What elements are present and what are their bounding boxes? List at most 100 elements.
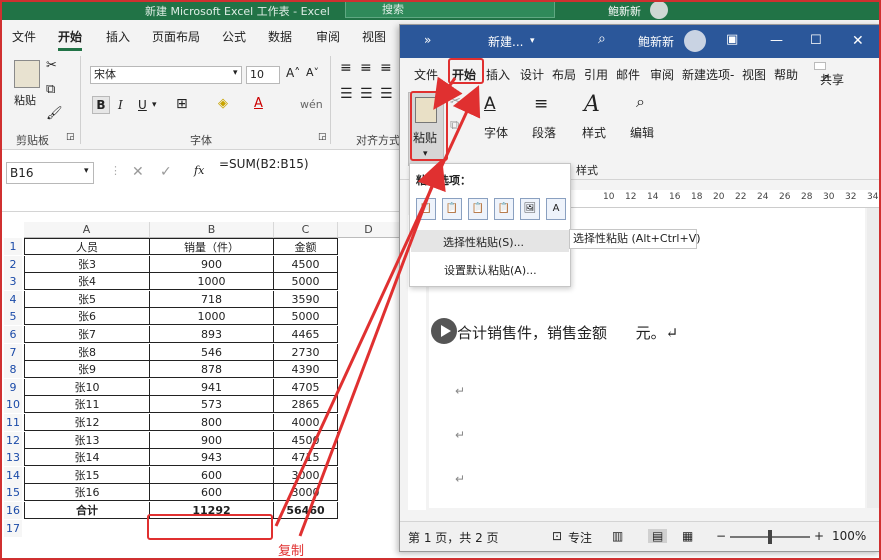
focus-mode-button[interactable]: 专注 [568,529,592,546]
row-header[interactable]: 14 [4,466,22,484]
row-header[interactable]: 13 [4,449,22,467]
table-cell[interactable]: 4705 [274,378,338,396]
word-tab-references[interactable]: 引用 [584,66,608,83]
zoom-thumb[interactable] [768,530,772,544]
keep-source-formatting-icon[interactable]: 📋 [416,198,436,220]
spreadsheet-grid[interactable]: A B C D 1 人员 销量（件） 金额 2 张3 900 4500 3 张4 1000 5000 4… [0,212,400,560]
table-cell[interactable]: 900 [150,255,274,273]
table-cell[interactable]: 900 [150,431,274,449]
maximize-icon[interactable]: ☐ [810,33,822,48]
row-header[interactable]: 3 [4,273,22,291]
table-cell[interactable]: 张3 [24,255,150,273]
table-cell[interactable]: 3000 [274,484,338,502]
italic-button[interactable]: I [118,98,123,112]
chevron-down-icon[interactable]: ▾ [152,100,157,110]
row-header[interactable]: 6 [4,326,22,343]
clipboard-launcher-icon[interactable]: ◲ [66,132,75,142]
share-button[interactable]: ↗ 共享 [814,62,844,87]
page-count[interactable]: 第 1 页，共 2 页 [408,529,499,546]
excel-search-box[interactable]: 搜索 [345,1,555,18]
web-layout-icon[interactable]: ▦ [682,529,693,543]
use-destination-styles-icon[interactable]: 📋 [442,198,462,220]
table-cell[interactable]: 张11 [24,396,150,414]
table-cell[interactable]: 4715 [274,449,338,467]
zoom-in-icon[interactable]: + [814,529,824,543]
table-cell[interactable] [24,520,150,537]
document-text[interactable]: 合计销售件，销售金额 元。↵ [457,322,678,343]
column-header-b[interactable]: B [150,222,274,238]
excel-tab-insert[interactable]: 插入 [106,28,130,45]
table-cell[interactable]: 4000 [274,414,338,431]
underline-button[interactable]: U [138,98,147,112]
keep-text-only-icon[interactable]: A [546,198,566,220]
font-name-select[interactable]: 宋体 [90,66,242,84]
phonetic-icon[interactable]: wén [300,98,323,111]
paste-icon[interactable] [14,60,40,88]
table-cell[interactable]: 张4 [24,273,150,291]
table-cell[interactable]: 合计 [24,502,150,519]
word-tab-file[interactable]: 文件 [414,66,438,83]
header-cell[interactable]: 人员 [24,238,150,255]
excel-tab-page-layout[interactable]: 页面布局 [152,28,200,45]
shrink-font-button[interactable]: A˅ [306,66,319,79]
table-cell[interactable]: 941 [150,378,274,396]
table-cell[interactable]: 546 [150,343,274,361]
align-middle-icon[interactable]: ≡ [360,60,372,76]
row-header[interactable]: 2 [4,255,22,273]
header-cell[interactable]: 销量（件） [150,238,274,255]
copy-icon[interactable]: ⧉ [450,118,459,133]
fill-color-icon[interactable]: ◈ [218,96,228,111]
align-left-icon[interactable]: ☰ [340,86,353,102]
word-tab-layout[interactable]: 布局 [552,66,576,83]
formula-input[interactable]: =SUM(B2:B15) [216,156,400,206]
table-cell[interactable]: 张12 [24,414,150,431]
word-tab-insert[interactable]: 插入 [486,66,510,83]
column-header-d[interactable]: D [338,222,400,238]
word-tab-design[interactable]: 设计 [520,66,544,83]
paragraph-icon[interactable]: ≡ [534,94,548,114]
cancel-icon[interactable]: ✕ [132,164,144,180]
row-header[interactable]: 15 [4,484,22,502]
excel-tab-data[interactable]: 数据 [268,28,292,45]
align-top-icon[interactable]: ≡ [340,60,352,76]
grow-font-button[interactable]: A˄ [286,66,300,80]
table-cell[interactable]: 56460 [274,502,338,519]
table-cell[interactable]: 573 [150,396,274,414]
chevron-down-icon[interactable]: ▾ [233,68,238,78]
link-destination-icon[interactable]: 📋 [494,198,514,220]
set-default-paste-item[interactable]: 设置默认粘贴(A)... [444,262,537,278]
row-header[interactable]: 12 [4,431,22,449]
table-cell[interactable]: 2865 [274,396,338,414]
word-tab-mailings[interactable]: 邮件 [616,66,640,83]
excel-tab-home[interactable]: 开始 [58,28,83,51]
bold-button[interactable]: B [92,96,110,114]
table-cell[interactable]: 3000 [274,466,338,484]
table-cell[interactable]: 893 [150,326,274,343]
chevron-down-icon[interactable]: ▾ [84,166,89,176]
table-cell[interactable]: 5000 [274,308,338,326]
table-cell[interactable]: 1000 [150,308,274,326]
picture-paste-icon[interactable]: 🖼 [520,198,540,220]
excel-paste-button[interactable]: 粘贴 [14,92,36,108]
table-cell[interactable]: 张15 [24,466,150,484]
word-title[interactable]: 新建... [488,33,523,50]
word-tab-new-options[interactable]: 新建选项- [682,66,734,83]
font-color-button[interactable]: A [254,96,263,111]
row-header[interactable]: 17 [4,519,22,537]
name-box[interactable]: B16 [6,162,94,184]
table-cell[interactable]: 5000 [274,273,338,291]
table-cell[interactable]: 2730 [274,343,338,361]
read-mode-icon[interactable]: ▥ [612,529,623,543]
borders-icon[interactable]: ⊞ [176,96,188,112]
excel-user-name[interactable]: 鲍新新 [608,3,641,19]
row-header[interactable]: 4 [4,290,22,308]
table-cell[interactable]: 张6 [24,308,150,326]
chevron-down-icon[interactable]: ▾ [530,36,535,46]
excel-avatar[interactable] [650,1,668,19]
table-cell[interactable] [274,520,338,537]
header-cell[interactable]: 金额 [274,238,338,255]
minimize-icon[interactable]: — [770,33,783,48]
table-cell[interactable]: 张16 [24,484,150,502]
table-cell[interactable]: 943 [150,449,274,467]
cut-icon[interactable]: ✂ [450,94,461,109]
